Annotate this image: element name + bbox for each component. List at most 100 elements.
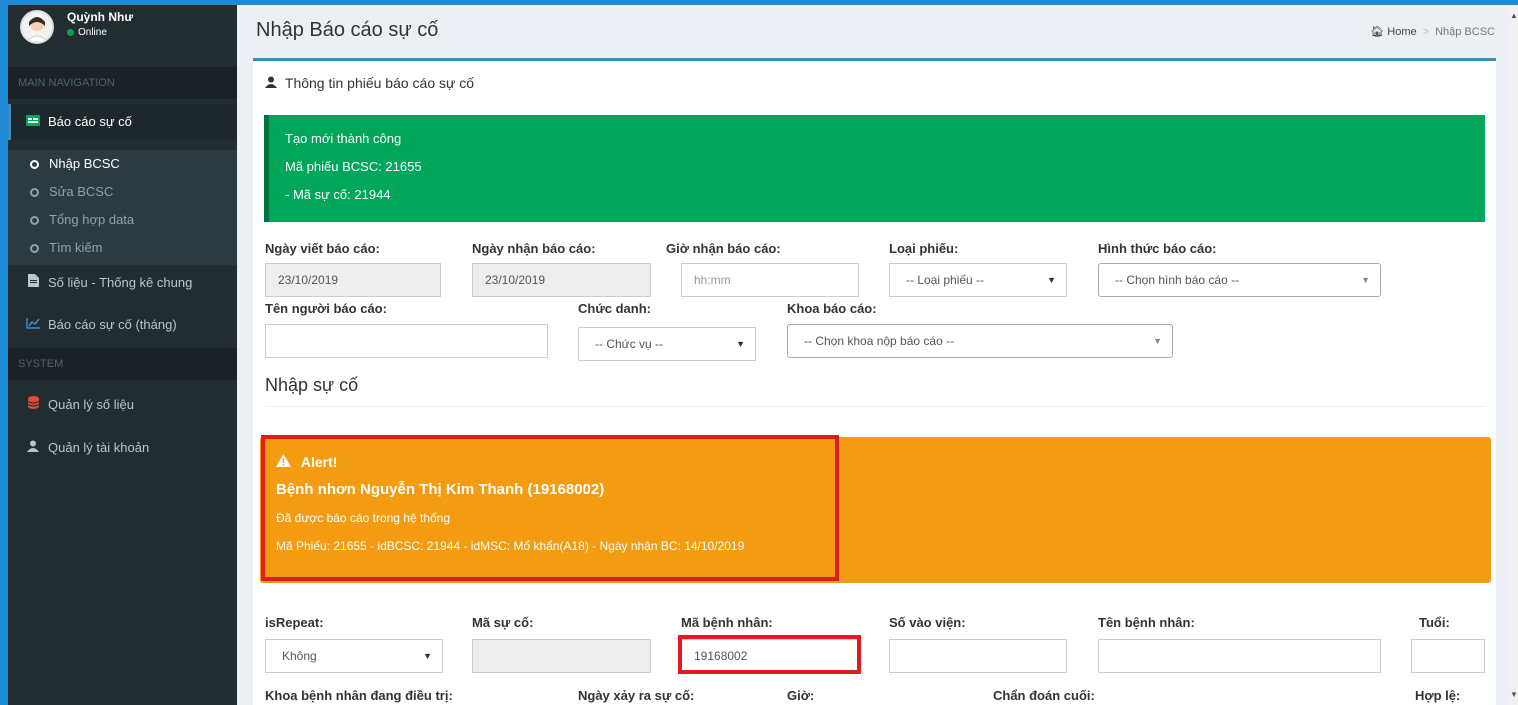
sidebar-item-label: Số liệu - Thống kê chung: [48, 275, 193, 290]
ma-su-co-input[interactable]: [472, 639, 651, 673]
sidebar-item-nhap-bcsc[interactable]: Nhập BCSC: [8, 150, 237, 178]
sidebar-item-label: Quản lý tài khoản: [48, 440, 150, 455]
database-icon: [26, 387, 40, 423]
sidebar-item-label: Quản lý số liệu: [48, 397, 134, 412]
tuoi-input[interactable]: [1411, 639, 1485, 673]
breadcrumb: 🏠︎ Home > Nhập BCSC: [1370, 25, 1495, 38]
scrollbar[interactable]: ▲ ▼: [1509, 5, 1518, 705]
sidebar-item-bao-cao-thang[interactable]: Báo cáo sự cố (tháng): [8, 307, 237, 343]
tuoi-label: Tuổi:: [1419, 615, 1450, 630]
scroll-down-icon[interactable]: ▼: [1510, 690, 1518, 699]
sidebar-item-label: Nhập BCSC: [49, 156, 120, 171]
success-line-1: Tạo mới thành công: [285, 131, 402, 146]
ngay-nhan-input[interactable]: 23/10/2019: [472, 263, 651, 297]
sidebar-item-label: Báo cáo sự cố (tháng): [48, 317, 177, 332]
ten-nguoi-input[interactable]: [265, 324, 548, 358]
user-avatar-icon: [25, 17, 49, 42]
ngay-nhan-label: Ngày nhận báo cáo:: [472, 241, 596, 256]
hop-le-label: Hợp lệ:: [1415, 688, 1461, 703]
gio-nhan-input[interactable]: hh:mm: [681, 263, 859, 297]
ten-bn-input[interactable]: [1098, 639, 1381, 673]
loai-phieu-label: Loại phiếu:: [889, 241, 959, 256]
breadcrumb-home[interactable]: Home: [1387, 26, 1416, 38]
so-vao-vien-label: Số vào viện:: [889, 615, 966, 630]
ngay-viet-label: Ngày viết báo cáo:: [265, 241, 380, 256]
ngay-xay-ra-label: Ngày xảy ra sự cố:: [578, 688, 695, 703]
sidebar-item-label: Sửa BCSC: [49, 184, 114, 199]
ma-bn-label: Mã bệnh nhân:: [681, 615, 773, 630]
sidebar-item-tim-kiem[interactable]: Tìm kiếm: [8, 234, 237, 262]
breadcrumb-separator: >: [1422, 26, 1430, 38]
is-repeat-value: Không: [282, 649, 317, 663]
circle-icon: [30, 160, 39, 169]
caret-down-icon: ▼: [1361, 275, 1370, 285]
hinh-thuc-value: -- Chọn hình báo cáo --: [1115, 273, 1240, 287]
ten-nguoi-label: Tên người báo cáo:: [265, 301, 387, 316]
khoa-select[interactable]: -- Chọn khoa nộp báo cáo -- ▼: [787, 324, 1173, 358]
success-line-3: - Mã sự cố: 21944: [285, 187, 391, 202]
khoa-bn-label: Khoa bệnh nhân đang điều trị:: [265, 688, 453, 703]
success-callout: Tạo mới thành công Mã phiếu BCSC: 21655 …: [264, 115, 1485, 222]
avatar: [20, 10, 54, 44]
circle-icon: [30, 244, 39, 253]
app-frame: Quỳnh Như Online MAIN NAVIGATION Báo cáo…: [0, 0, 1518, 705]
success-line-2: Mã phiếu BCSC: 21655: [285, 159, 422, 174]
system-header: SYSTEM: [8, 348, 237, 380]
online-dot-icon: [67, 28, 74, 36]
user-icon: [26, 430, 40, 466]
gio-label: Giờ:: [787, 688, 815, 703]
so-vao-vien-input[interactable]: [889, 639, 1067, 673]
hinh-thuc-select[interactable]: -- Chọn hình báo cáo -- ▼: [1098, 263, 1381, 297]
content-area: Nhập Báo cáo sự cố 🏠︎ Home > Nhập BCSC Thô…: [237, 5, 1509, 705]
khoa-value: -- Chọn khoa nộp báo cáo --: [804, 334, 955, 348]
ma-bn-highlight-box: [678, 635, 861, 674]
sidebar: Quỳnh Như Online MAIN NAVIGATION Báo cáo…: [8, 5, 237, 705]
hinh-thuc-label: Hình thức báo cáo:: [1098, 241, 1217, 256]
home-icon: 🏠︎: [1370, 26, 1385, 38]
ma-su-co-label: Mã sự cố:: [472, 615, 534, 630]
breadcrumb-current: Nhập BCSC: [1435, 26, 1495, 38]
caret-down-icon: ▼: [423, 651, 432, 661]
user-status: Online: [67, 27, 107, 38]
section-divider: [265, 406, 1486, 407]
chuc-danh-value: -- Chức vụ --: [595, 337, 664, 351]
is-repeat-select[interactable]: Không ▼: [265, 639, 443, 673]
page-title: Nhập Báo cáo sự cố: [256, 19, 439, 41]
sidebar-item-tong-hop-data[interactable]: Tổng hợp data: [8, 206, 237, 234]
file-icon: [26, 265, 40, 301]
line-chart-icon: [26, 307, 40, 343]
khoa-label: Khoa báo cáo:: [787, 301, 877, 316]
ngay-viet-input[interactable]: 23/10/2019: [265, 263, 441, 297]
sidebar-item-bao-cao-su-co[interactable]: Báo cáo sự cố: [8, 104, 237, 140]
circle-icon: [30, 216, 39, 225]
sidebar-item-quan-ly-so-lieu[interactable]: Quản lý số liệu: [8, 387, 237, 423]
caret-down-icon: ▼: [1047, 275, 1056, 285]
caret-down-icon: ▼: [736, 339, 745, 349]
user-panel: Quỳnh Như Online: [8, 5, 237, 67]
caret-down-icon: ▼: [1153, 336, 1162, 346]
chan-doan-label: Chẩn đoán cuối:: [993, 688, 1095, 703]
chuc-danh-select[interactable]: -- Chức vụ -- ▼: [578, 327, 756, 361]
sidebar-item-sua-bcsc[interactable]: Sửa BCSC: [8, 178, 237, 206]
loai-phieu-select[interactable]: -- Loại phiếu -- ▼: [889, 263, 1067, 297]
scroll-up-icon[interactable]: ▲: [1510, 11, 1518, 20]
sub-menu: Nhập BCSC Sửa BCSC Tổng hợp data Tìm kiế…: [8, 150, 237, 265]
box-title: Thông tin phiếu báo cáo sự cố: [265, 75, 474, 91]
section-title: Nhập sự cố: [265, 375, 359, 395]
chuc-danh-label: Chức danh:: [578, 301, 651, 316]
is-repeat-label: isRepeat:: [265, 615, 324, 630]
user-name: Quỳnh Như: [67, 10, 134, 24]
sidebar-item-quan-ly-tai-khoan[interactable]: Quản lý tài khoản: [8, 430, 237, 466]
sidebar-item-label: Báo cáo sự cố: [48, 114, 132, 129]
gio-nhan-label: Giờ nhận báo cáo:: [666, 241, 781, 256]
circle-icon: [30, 188, 39, 197]
ten-bn-label: Tên bệnh nhân:: [1098, 615, 1195, 630]
user-status-text: Online: [78, 27, 107, 38]
sidebar-item-label: Tìm kiếm: [49, 240, 103, 255]
box-title-text: Thông tin phiếu báo cáo sự cố: [284, 75, 475, 91]
report-icon: [26, 104, 40, 140]
loai-phieu-value: -- Loại phiếu --: [906, 273, 985, 287]
sidebar-item-so-lieu[interactable]: Số liệu - Thống kê chung: [8, 265, 237, 301]
sidebar-item-label: Tổng hợp data: [49, 212, 135, 227]
user-icon: [265, 75, 277, 91]
